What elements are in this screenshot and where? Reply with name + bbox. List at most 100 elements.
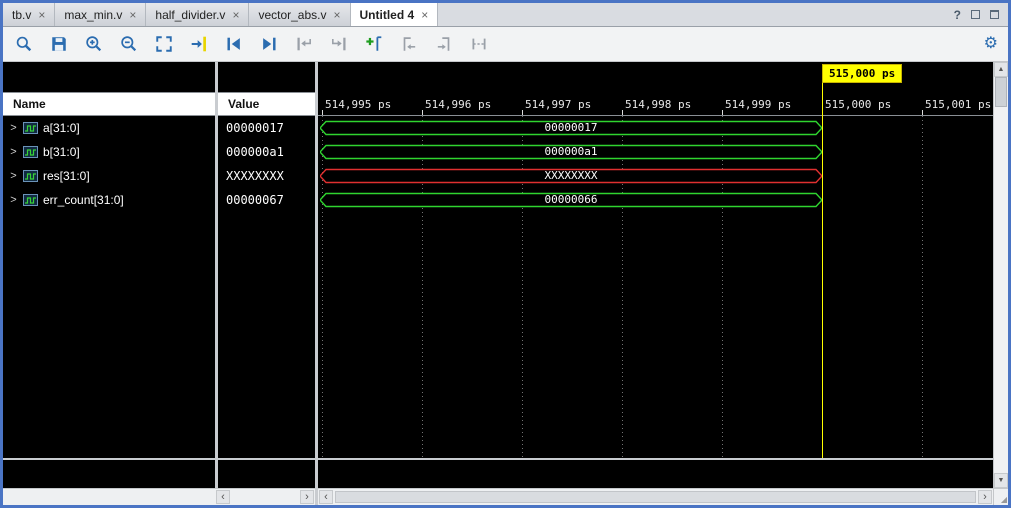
scroll-down-icon[interactable]: ▼ xyxy=(994,473,1008,488)
ruler-tick xyxy=(322,110,323,115)
zoom-in-icon[interactable] xyxy=(83,33,105,55)
settings-gear-icon[interactable]: ⚙ xyxy=(984,36,998,52)
zoom-fit-icon[interactable] xyxy=(153,33,175,55)
scroll-up-icon[interactable]: ▲ xyxy=(994,62,1008,77)
wave-row[interactable]: 00000017 xyxy=(318,116,993,140)
time-ruler[interactable]: 514,995 ps514,996 ps514,997 ps514,998 ps… xyxy=(318,92,993,116)
ruler-tick-label: 514,996 ps xyxy=(425,98,491,111)
tab-label: Untitled 4 xyxy=(360,8,415,22)
bus-value-label: 000000a1 xyxy=(320,144,822,160)
tab-label: max_min.v xyxy=(64,8,122,22)
signal-name: err_count[31:0] xyxy=(43,193,124,207)
bus-signal-icon xyxy=(23,146,38,158)
vertical-scrollbar[interactable]: ▲ ▼ ◢ xyxy=(993,62,1008,505)
panel-hscrollbar[interactable]: ‹ › xyxy=(3,488,315,505)
panel-top-spacer xyxy=(3,62,315,92)
ruler-tick xyxy=(922,110,923,115)
wave-row[interactable]: 000000a1 xyxy=(318,140,993,164)
signal-value: 00000017 xyxy=(218,121,284,135)
name-value-splitter[interactable] xyxy=(215,62,218,488)
zoom-to-cursor-icon[interactable] xyxy=(188,33,210,55)
waveform-window: tb.v×max_min.v×half_divider.v×vector_abs… xyxy=(0,0,1011,508)
tab-tb-v[interactable]: tb.v× xyxy=(3,3,55,26)
scroll-left-icon[interactable]: ‹ xyxy=(216,490,230,504)
tab-close-icon[interactable]: × xyxy=(129,8,136,22)
tab-close-icon[interactable]: × xyxy=(38,8,45,22)
ruler-tick-label: 514,999 ps xyxy=(725,98,791,111)
wave-top-strip: 515,000 ps xyxy=(318,62,993,92)
tab-untitled-4[interactable]: Untitled 4 × xyxy=(351,3,439,26)
bus-signal-icon xyxy=(23,194,38,206)
tab-label: vector_abs.v xyxy=(258,8,326,22)
tab-close-icon[interactable]: × xyxy=(232,8,239,22)
ruler-tick-label: 514,995 ps xyxy=(325,98,391,111)
signal-row[interactable]: >res[31:0]XXXXXXXX xyxy=(3,164,315,188)
previous-transition-icon[interactable] xyxy=(223,33,245,55)
tab-max-min-v[interactable]: max_min.v × xyxy=(55,3,146,26)
signal-name-cell[interactable]: > res[31:0] xyxy=(3,169,218,183)
vscroll-thumb[interactable] xyxy=(995,77,1007,107)
signal-row[interactable]: >err_count[31:0]00000067 xyxy=(3,188,315,212)
next-edge-icon[interactable] xyxy=(433,33,455,55)
signal-list: > a[31:0] 00000017 > b[31:0] 000000a1 > res[31:… xyxy=(3,116,315,458)
wave-row[interactable]: XXXXXXXX xyxy=(318,164,993,188)
expand-chevron-icon[interactable]: > xyxy=(9,146,18,158)
maximize-icon[interactable] xyxy=(990,10,999,19)
search-icon[interactable] xyxy=(13,33,35,55)
hscroll-thumb[interactable] xyxy=(335,491,976,503)
signal-panel: Name Value > a[31:0] 00000017 > b[31:0] 00000… xyxy=(3,62,315,505)
bus-value-label: 00000017 xyxy=(320,120,822,136)
cursor-time-label[interactable]: 515,000 ps xyxy=(822,64,902,83)
signal-row[interactable]: > a[31:0] 00000017 xyxy=(3,116,315,140)
tab-close-icon[interactable]: × xyxy=(334,8,341,22)
previous-edge-icon[interactable] xyxy=(398,33,420,55)
signal-name-cell[interactable]: > a[31:0] xyxy=(3,121,218,135)
tab-vector-abs-v[interactable]: vector_abs.v × xyxy=(249,3,350,26)
bus-value-label: 00000066 xyxy=(320,192,822,208)
float-window-icon[interactable] xyxy=(971,10,980,19)
panel-lower-spacer xyxy=(3,460,315,488)
signal-row[interactable]: > b[31:0] 000000a1 xyxy=(3,140,315,164)
signal-name: res[31:0] xyxy=(43,169,90,183)
vscroll-track[interactable] xyxy=(994,107,1008,473)
tab-half-divider-v[interactable]: half_divider.v × xyxy=(146,3,249,26)
main-content: Name Value > a[31:0] 00000017 > b[31:0] 00000… xyxy=(3,62,1008,505)
ruler-tick xyxy=(522,110,523,115)
zoom-out-icon[interactable] xyxy=(118,33,140,55)
expand-chevron-icon[interactable]: > xyxy=(9,122,18,134)
toolbar-icons xyxy=(13,33,490,55)
tab-label: half_divider.v xyxy=(155,8,225,22)
wave-cursor-line[interactable] xyxy=(822,81,823,458)
tab-bar: tb.v×max_min.v×half_divider.v×vector_abs… xyxy=(3,3,1008,27)
panel-header: Name Value xyxy=(3,92,315,116)
expand-chevron-icon[interactable]: > xyxy=(9,194,18,206)
tab-close-icon[interactable]: × xyxy=(421,8,428,22)
save-icon[interactable] xyxy=(48,33,70,55)
measure-icon[interactable] xyxy=(468,33,490,55)
signal-name: a[31:0] xyxy=(43,121,80,135)
ruler-tick-label: 515,001 ps xyxy=(925,98,991,111)
scroll-right-icon[interactable]: › xyxy=(300,490,314,504)
next-marker-icon[interactable] xyxy=(328,33,350,55)
expand-chevron-icon[interactable]: > xyxy=(9,170,18,182)
ruler-tick xyxy=(422,110,423,115)
ruler-tick-label: 515,000 ps xyxy=(825,98,891,111)
signal-name: b[31:0] xyxy=(43,145,80,159)
add-marker-icon[interactable] xyxy=(363,33,385,55)
signal-value: 000000a1 xyxy=(218,145,284,159)
value-column-header[interactable]: Value xyxy=(218,97,259,111)
scroll-left-icon[interactable]: ‹ xyxy=(319,490,333,504)
previous-marker-icon[interactable] xyxy=(293,33,315,55)
wave-hscrollbar[interactable]: ‹ › xyxy=(318,488,993,505)
scroll-right-icon[interactable]: › xyxy=(978,490,992,504)
wave-row[interactable]: 00000066 xyxy=(318,188,993,212)
signal-name-cell[interactable]: > err_count[31:0] xyxy=(3,193,218,207)
name-column-header[interactable]: Name xyxy=(3,97,218,111)
signal-name-cell[interactable]: > b[31:0] xyxy=(3,145,218,159)
window-controls: ? xyxy=(954,3,1008,26)
next-transition-icon[interactable] xyxy=(258,33,280,55)
wave-lower-spacer xyxy=(318,460,993,488)
wave-canvas[interactable]: 00000017 000000a1 XXXXXXXX 00000066 xyxy=(318,116,993,458)
help-icon[interactable]: ? xyxy=(954,8,961,22)
tab-strip: tb.v×max_min.v×half_divider.v×vector_abs… xyxy=(3,3,438,26)
